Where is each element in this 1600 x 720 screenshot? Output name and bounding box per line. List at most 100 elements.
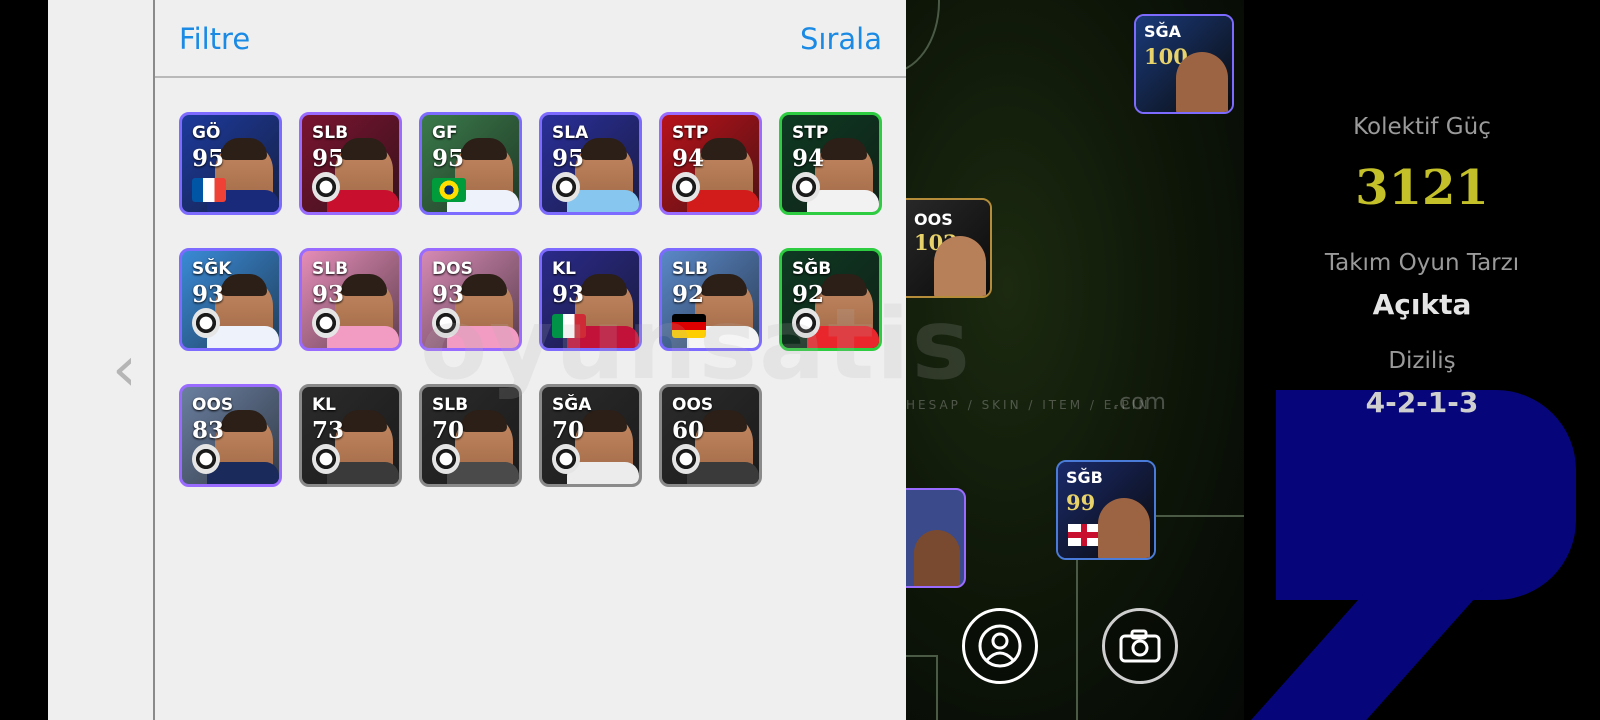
back-chevron-icon[interactable]: ‹: [112, 332, 137, 405]
player-rating: 93: [312, 281, 345, 308]
player-rating: 73: [312, 417, 345, 444]
sort-button[interactable]: Sırala: [800, 22, 882, 56]
flag-germany-icon: [672, 314, 706, 338]
player-card[interactable]: GF 95: [419, 112, 522, 215]
player-position: KL: [312, 395, 337, 415]
player-card[interactable]: STP 94: [659, 112, 762, 215]
player-card[interactable]: SĞK 93: [179, 248, 282, 351]
player-rating: 95: [432, 145, 465, 172]
panel-divider: [153, 0, 155, 720]
inter-miami-crest-icon: [312, 308, 340, 338]
al-ahli-crest-icon: [312, 444, 340, 474]
field-card[interactable]: SĞA 100: [1134, 14, 1234, 114]
player-rating: 94: [672, 145, 705, 172]
flag-france-icon: [192, 178, 226, 202]
panel-header: Filtre Sırala: [155, 0, 906, 78]
player-rating: 60: [672, 417, 705, 444]
player-position: SLB: [312, 123, 349, 143]
man-utd-crest-icon: [672, 172, 700, 202]
player-rating: 94: [792, 145, 825, 172]
player-rating: 93: [192, 281, 225, 308]
decorative-shape: [1276, 390, 1576, 600]
field-card[interactable]: SĞB 99: [1056, 460, 1156, 560]
player-rating: 95: [312, 145, 345, 172]
lazio-crest-icon: [552, 172, 580, 202]
player-face: [1176, 52, 1228, 112]
player-rating: 95: [552, 145, 585, 172]
tottenham-crest-icon: [792, 172, 820, 202]
flag-italy-icon: [552, 314, 586, 338]
player-position: SĞA: [552, 395, 592, 415]
player-card[interactable]: SĞB 92: [779, 248, 882, 351]
player-position: OOS: [672, 395, 714, 415]
center-circle: [906, 0, 940, 74]
player-rating: 83: [192, 417, 225, 444]
player-face: [914, 530, 960, 586]
player-rating: 70: [552, 417, 585, 444]
player-rating: 92: [792, 281, 825, 308]
player-position: SLB: [432, 395, 469, 415]
player-position: SLA: [552, 123, 589, 143]
player-position: DOS: [432, 259, 473, 279]
player-rating: 92: [672, 281, 705, 308]
team-play-style-label: Takım Oyun Tarzı: [1324, 250, 1520, 276]
player-card[interactable]: SLB 93: [299, 248, 402, 351]
field-card-rating: 99: [1066, 490, 1096, 515]
player-position: GÖ: [192, 123, 221, 143]
player-card[interactable]: KL 73: [299, 384, 402, 487]
player-position: STP: [792, 123, 829, 143]
generic-crest-icon: [672, 444, 700, 474]
ac-milan-crest-icon: [312, 172, 340, 202]
player-position: STP: [672, 123, 709, 143]
player-card[interactable]: SĞA 70: [539, 384, 642, 487]
field-card-position: SĞB: [1066, 468, 1103, 487]
player-rating: 70: [432, 417, 465, 444]
decorative-shape: [1244, 588, 1484, 720]
pitch-line: [906, 655, 938, 657]
player-selection-panel: [48, 0, 906, 720]
player-card[interactable]: DOS 93: [419, 248, 522, 351]
fenerbahce-crest-icon: [552, 444, 580, 474]
player-face: [1098, 498, 1150, 558]
player-card[interactable]: KL 93: [539, 248, 642, 351]
pitch-view: SĞA 100 OOS 102 SĞB 99: [906, 0, 1244, 720]
camera-button[interactable]: [1102, 608, 1178, 684]
player-card[interactable]: OOS 83: [179, 384, 282, 487]
monaco-crest-icon: [792, 308, 820, 338]
player-card[interactable]: SLB 92: [659, 248, 762, 351]
field-card-position: OOS: [914, 210, 953, 229]
player-card[interactable]: STP 94: [779, 112, 882, 215]
player-card[interactable]: OOS 60: [659, 384, 762, 487]
pitch-line: [936, 655, 938, 720]
player-position: GF: [432, 123, 458, 143]
player-card[interactable]: GÖ 95: [179, 112, 282, 215]
player-position: SLB: [312, 259, 349, 279]
club-crest-icon: [192, 308, 220, 338]
player-position: SLB: [672, 259, 709, 279]
formation-value: 4-2-1-3: [1365, 386, 1479, 419]
player-position: KL: [552, 259, 577, 279]
inter-miami-crest-icon: [432, 308, 460, 338]
player-rating: 93: [552, 281, 585, 308]
flag-brazil-icon: [432, 178, 466, 202]
player-rating: 93: [432, 281, 465, 308]
person-icon: [978, 624, 1022, 668]
fenerbahce-crest-icon: [432, 444, 460, 474]
profile-button[interactable]: [962, 608, 1038, 684]
player-rating: 95: [192, 145, 225, 172]
player-position: SĞB: [792, 259, 832, 279]
flag-england-icon: [1068, 524, 1100, 546]
formation-label: Diziliş: [1388, 348, 1456, 374]
team-play-style-value: Açıkta: [1372, 288, 1472, 321]
player-position: SĞK: [192, 259, 232, 279]
player-face: [934, 236, 986, 296]
player-card[interactable]: SLA 95: [539, 112, 642, 215]
collective-power-label: Kolektif Güç: [1353, 114, 1491, 140]
player-card[interactable]: SLB 95: [299, 112, 402, 215]
team-info-panel: Kolektif Güç 3121 Takım Oyun Tarzı Açıkt…: [1244, 0, 1600, 720]
field-card[interactable]: OOS 102: [906, 198, 992, 298]
player-card[interactable]: SLB 70: [419, 384, 522, 487]
field-card[interactable]: [906, 488, 966, 588]
camera-icon: [1119, 629, 1161, 663]
filter-button[interactable]: Filtre: [179, 22, 250, 56]
